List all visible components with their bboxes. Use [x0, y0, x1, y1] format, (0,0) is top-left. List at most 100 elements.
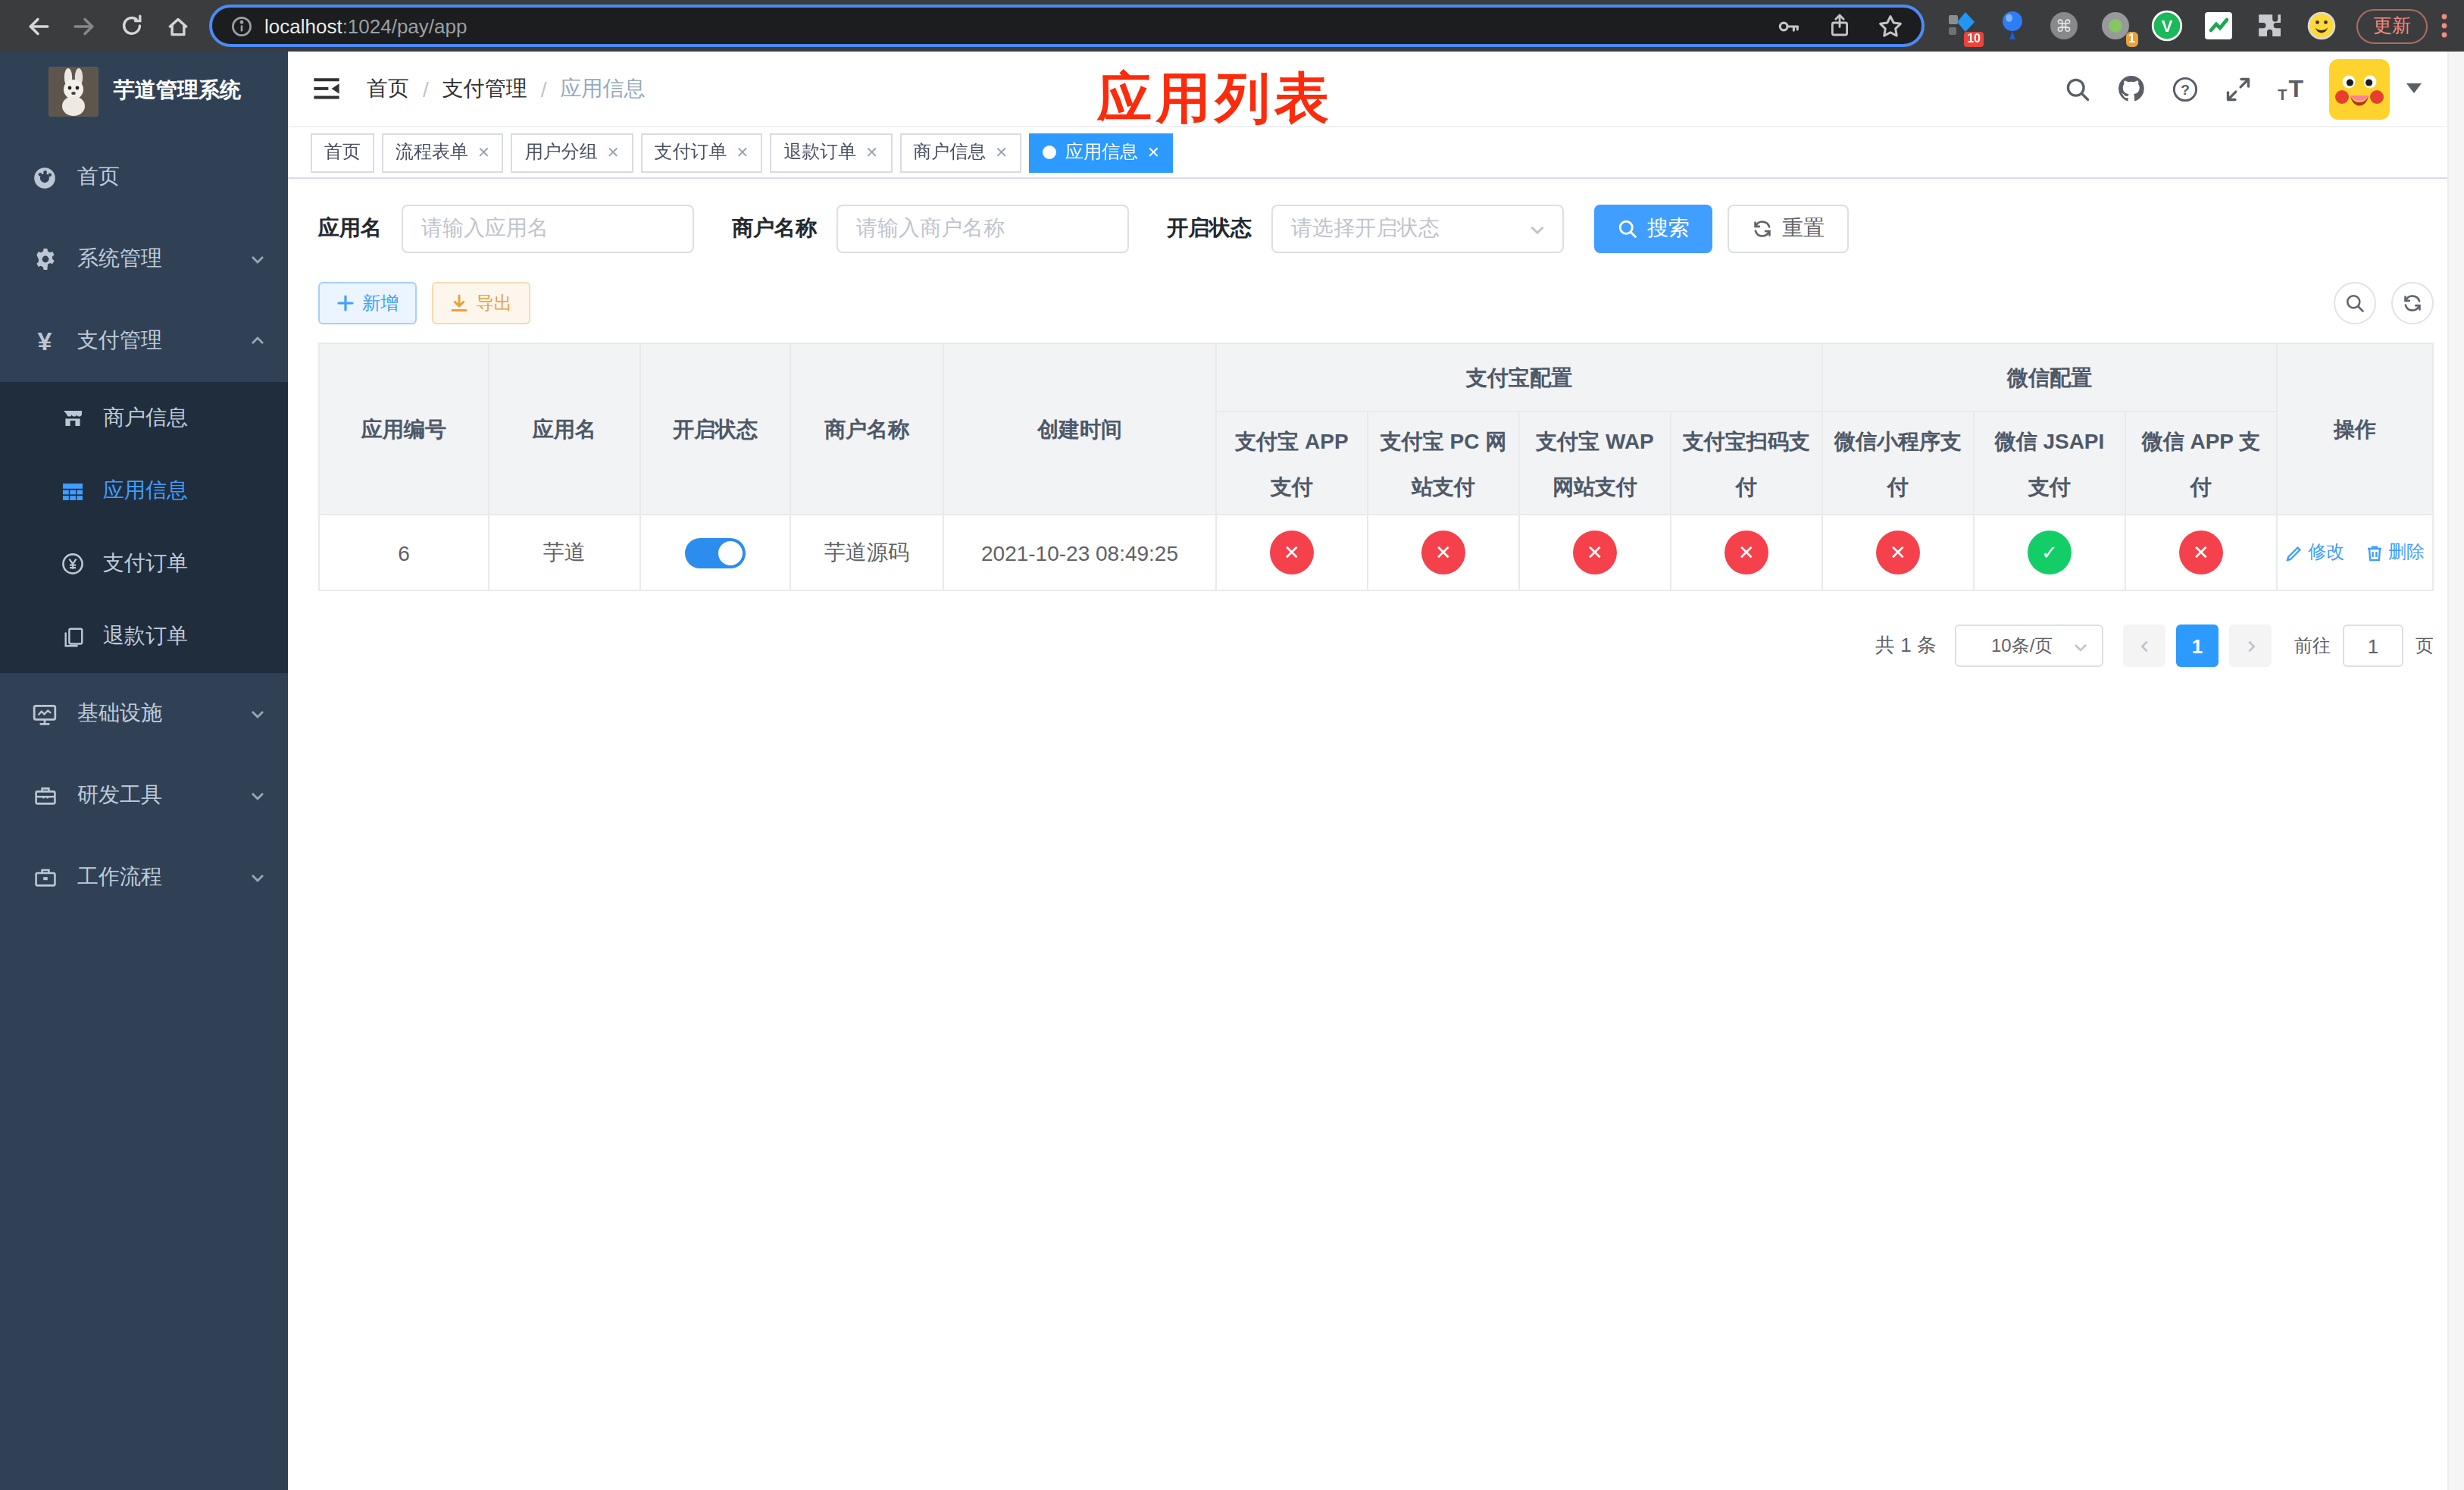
back-icon[interactable]: [15, 0, 61, 52]
col-header-alipay-qr: 支付宝扫码支付: [1671, 412, 1822, 515]
tag-refund-orders[interactable]: 退款订单✕: [770, 133, 892, 172]
chevron-down-icon: [2072, 638, 2090, 656]
table-search-toggle-button[interactable]: [2334, 282, 2376, 324]
chevron-down-icon: [249, 869, 267, 887]
chevron-up-icon: [249, 332, 267, 350]
breadcrumb: 首页 / 支付管理 / 应用信息: [367, 75, 646, 102]
sidebar-item-payment-orders[interactable]: 支付订单: [0, 527, 288, 600]
cell-wechat-app: [2125, 515, 2277, 590]
page-size-select[interactable]: 10条/页: [1955, 624, 2103, 667]
browser-chrome: localhost:1024/pay/app 10 ⌘ 1 V 更新: [0, 0, 2464, 52]
breadcrumb-home[interactable]: 首页: [367, 75, 409, 102]
status-cross-icon: [1573, 531, 1617, 574]
filter-form: 应用名 请输入应用名 商户名称 请输入商户名称 开启状态 请选择开启状态 搜索 …: [318, 205, 2434, 253]
extension-balloon-icon[interactable]: [1996, 9, 2029, 42]
sidebar-item-refund-orders[interactable]: 退款订单: [0, 600, 288, 673]
update-button[interactable]: 更新: [2356, 8, 2428, 43]
toolbar: 新增 导出: [318, 282, 2434, 324]
reset-button[interactable]: 重置: [1728, 205, 1849, 253]
tag-app-info[interactable]: 应用信息✕: [1029, 133, 1174, 172]
search-icon[interactable]: [2064, 75, 2091, 102]
edit-link[interactable]: 修改: [2285, 540, 2344, 566]
shop-icon: [61, 406, 85, 430]
svg-text:V: V: [2162, 17, 2173, 36]
forward-icon[interactable]: [61, 0, 108, 52]
profile-emoji-icon[interactable]: [2305, 9, 2338, 42]
sidebar-item-workflow[interactable]: 工作流程: [0, 837, 288, 919]
page-scrollbar[interactable]: [2447, 52, 2464, 1490]
goto-page-input[interactable]: 1: [2343, 624, 2403, 667]
caret-down-icon[interactable]: [2406, 83, 2422, 94]
prev-page-button[interactable]: [2123, 624, 2165, 667]
password-key-icon[interactable]: [1776, 13, 1802, 39]
extension-diamond-icon[interactable]: 10: [1944, 9, 1978, 42]
tag-process-form[interactable]: 流程表单✕: [382, 133, 504, 172]
sidebar-item-payment[interactable]: ¥ 支付管理: [0, 300, 288, 382]
sidebar-collapse-icon[interactable]: [311, 74, 341, 104]
status-cross-icon: [1421, 531, 1465, 574]
status-cross-icon: [1270, 531, 1314, 574]
close-icon[interactable]: ✕: [736, 144, 749, 161]
sidebar-item-merchant-info[interactable]: 商户信息: [0, 382, 288, 455]
tag-merchant-info[interactable]: 商户信息✕: [899, 133, 1021, 172]
bookmark-star-icon[interactable]: [1878, 13, 1903, 39]
app-name-input[interactable]: 请输入应用名: [402, 205, 694, 253]
next-page-button[interactable]: [2229, 624, 2272, 667]
delete-link[interactable]: 删除: [2366, 540, 2425, 566]
home-icon[interactable]: [155, 0, 201, 52]
site-info-icon[interactable]: [230, 14, 252, 37]
close-icon[interactable]: ✕: [477, 144, 490, 161]
current-page-button[interactable]: 1: [2176, 624, 2219, 667]
sidebar-item-system[interactable]: 系统管理: [0, 218, 288, 300]
tags-view-bar: 首页 流程表单✕ 用户分组✕ 支付订单✕ 退款订单✕ 商户信息✕ 应用信息✕: [288, 127, 2464, 179]
cell-actions: 修改 删除: [2277, 515, 2433, 590]
tag-user-group[interactable]: 用户分组✕: [511, 133, 633, 172]
merchant-name-input[interactable]: 请输入商户名称: [836, 205, 1129, 253]
pagination: 共 1 条 10条/页 1 前往 1 页: [318, 624, 2434, 667]
close-icon[interactable]: ✕: [865, 144, 878, 161]
status-cross-icon: [1876, 531, 1920, 574]
sidebar-item-app-info[interactable]: 应用信息: [0, 455, 288, 527]
cell-alipay-qr: [1671, 515, 1822, 590]
export-button[interactable]: 导出: [432, 282, 530, 324]
tag-home[interactable]: 首页: [311, 133, 374, 172]
breadcrumb-payment[interactable]: 支付管理: [442, 75, 527, 102]
close-icon[interactable]: ✕: [607, 144, 620, 161]
grid-table-icon: [61, 478, 85, 504]
sidebar-item-infra[interactable]: 基础设施: [0, 673, 288, 755]
status-toggle[interactable]: [685, 537, 746, 568]
col-header-merchant: 商户名称: [790, 343, 943, 515]
github-icon[interactable]: [2117, 74, 2146, 103]
status-select[interactable]: 请选择开启状态: [1271, 205, 1564, 253]
payment-submenu: 商户信息 应用信息 支付订单 退款订单: [0, 382, 288, 673]
extensions-puzzle-icon[interactable]: [2253, 9, 2287, 42]
user-avatar[interactable]: [2329, 58, 2390, 119]
sidebar-item-label: 退款订单: [103, 623, 188, 650]
extension-command-icon[interactable]: ⌘: [2047, 9, 2081, 42]
app-table: 应用编号 应用名 开启状态 商户名称 创建时间 支付宝配置 微信配置 操作 支付…: [318, 343, 2434, 591]
extension-chart-icon[interactable]: [2202, 9, 2235, 42]
search-button[interactable]: 搜索: [1594, 205, 1712, 253]
close-icon[interactable]: ✕: [995, 144, 1008, 161]
sidebar-item-home[interactable]: 首页: [0, 136, 288, 218]
col-header-wechat-app: 微信 APP 支付: [2125, 412, 2277, 515]
add-button[interactable]: 新增: [318, 282, 417, 324]
extension-vue-devtools-icon[interactable]: V: [2150, 9, 2184, 42]
fullscreen-icon[interactable]: [2225, 75, 2252, 102]
help-icon[interactable]: ?: [2172, 75, 2199, 102]
reload-icon[interactable]: [108, 0, 155, 52]
tag-payment-orders[interactable]: 支付订单✕: [641, 133, 763, 172]
documents-icon: [61, 625, 85, 648]
share-icon[interactable]: [1828, 14, 1852, 38]
url-bar[interactable]: localhost:1024/pay/app: [208, 5, 1925, 47]
extension-recorder-icon[interactable]: 1: [2099, 9, 2132, 42]
app-logo-row[interactable]: 芋道管理系统: [0, 52, 288, 130]
table-refresh-button[interactable]: [2391, 282, 2434, 324]
sidebar-item-dev-tools[interactable]: 研发工具: [0, 755, 288, 837]
svg-text:?: ?: [2181, 81, 2190, 97]
browser-menu-icon[interactable]: [2440, 12, 2449, 39]
chevron-down-icon: [249, 250, 267, 268]
font-size-icon[interactable]: TT: [2278, 75, 2303, 102]
close-icon[interactable]: ✕: [1147, 144, 1160, 161]
app-title: 芋道管理系统: [114, 77, 241, 105]
